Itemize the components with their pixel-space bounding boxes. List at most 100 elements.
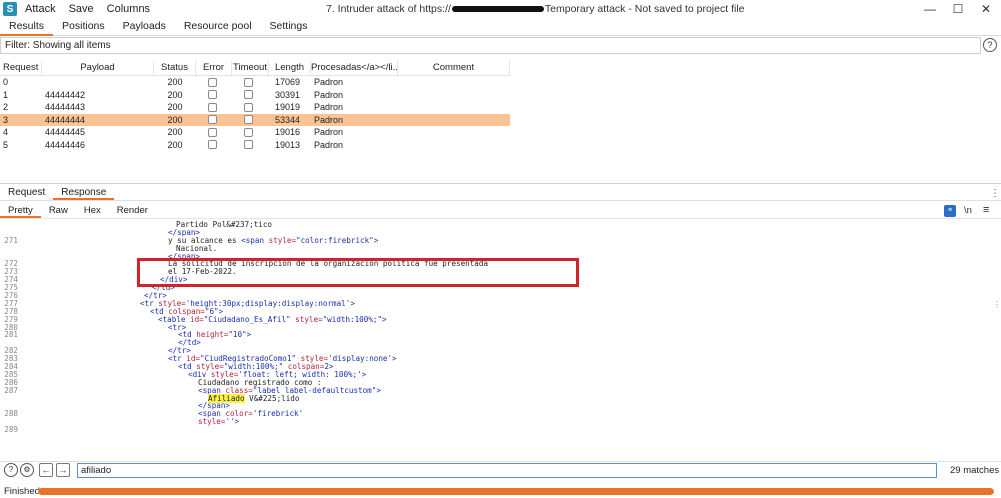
- row-payload: 44444444: [45, 114, 86, 125]
- help-icon[interactable]: ?: [983, 38, 997, 52]
- checkbox[interactable]: [208, 102, 217, 112]
- row-timeout-checkbox: [232, 101, 269, 114]
- maximize-button[interactable]: ☐: [944, 1, 972, 17]
- window-title-prefix: 7. Intruder attack of https://: [326, 3, 451, 15]
- window-title-suffix: Temporary attack - Not saved to project …: [544, 3, 745, 15]
- previous-match-button[interactable]: ←: [39, 463, 53, 477]
- search-input[interactable]: [77, 463, 937, 478]
- col-payload[interactable]: Payload: [42, 61, 154, 75]
- checkbox[interactable]: [208, 115, 217, 124]
- filter-bar[interactable]: Filter: Showing all items: [0, 37, 981, 54]
- table-row[interactable]: 4 44444445 200 19016 Padron: [0, 126, 510, 139]
- table-row[interactable]: 1 44444442 200 30391 Padron: [0, 89, 510, 102]
- code-line: Nacional.: [0, 244, 990, 253]
- col-request[interactable]: Request▲: [0, 61, 42, 75]
- tab-payloads[interactable]: Payloads: [114, 18, 175, 36]
- row-comment: [398, 76, 510, 89]
- tab-resource-pool[interactable]: Resource pool: [175, 18, 261, 36]
- tab-response[interactable]: Response: [53, 186, 115, 200]
- next-match-button[interactable]: →: [56, 463, 70, 477]
- row-length: 19013: [275, 139, 301, 150]
- checkbox[interactable]: [244, 127, 253, 137]
- checkbox[interactable]: [244, 90, 253, 99]
- code-token: "width:100%;">: [322, 314, 387, 324]
- code-line: 279 <table id="Ciudadano_Es_Afil" style="…: [0, 314, 990, 324]
- table-body: 0 200 17069 Padron 1 44444442 200 30391 Padron 2 4…: [0, 76, 510, 151]
- menu-save[interactable]: Save: [69, 3, 94, 15]
- row-length: 19019: [275, 102, 301, 112]
- row-error-checkbox: [196, 126, 232, 139]
- table-row[interactable]: 2 44444443 200 19019 Padron: [0, 101, 510, 114]
- code-line: style=''>: [0, 418, 990, 426]
- kebab-menu-icon[interactable]: ⋮: [990, 188, 1000, 199]
- table-header: Request▲ Payload Status Error Timeout Le…: [0, 61, 510, 76]
- code-line: 278 <td colspan="6">: [0, 307, 990, 316]
- col-length[interactable]: Length: [269, 61, 311, 75]
- tab-raw[interactable]: Raw: [41, 204, 76, 218]
- tab-hex[interactable]: Hex: [76, 204, 109, 218]
- code-token: style=: [198, 417, 226, 427]
- code-token: id=: [190, 314, 204, 324]
- code-line: 281 <td height="10">: [0, 331, 990, 339]
- checkbox[interactable]: [244, 102, 253, 112]
- response-code-view[interactable]: Partido Pol&#237;tico </span> 271 y su alca…: [0, 221, 990, 459]
- row-request: 1: [3, 89, 9, 100]
- row-payload: 44444445: [45, 127, 86, 137]
- code-line: </span>: [0, 402, 990, 410]
- gear-icon[interactable]: ⚙: [20, 463, 34, 477]
- menu-columns[interactable]: Columns: [107, 3, 150, 15]
- pane-resize-handle[interactable]: ⋮: [993, 300, 1001, 310]
- row-status: 200: [167, 114, 183, 125]
- newline-toggle-icon[interactable]: \n: [964, 205, 972, 216]
- help-icon[interactable]: ?: [4, 463, 18, 477]
- row-comment: [398, 126, 510, 139]
- checkbox[interactable]: [208, 127, 217, 137]
- code-line: 282 </tr>: [0, 347, 990, 355]
- code-token: "color:firebrick">: [296, 235, 379, 245]
- checkbox[interactable]: [208, 77, 217, 87]
- col-timeout[interactable]: Timeout: [232, 61, 269, 75]
- row-procesadas: Padron: [314, 102, 344, 112]
- code-token: height=: [196, 330, 229, 340]
- row-length: 19016: [275, 127, 301, 137]
- row-request: 0: [3, 77, 9, 87]
- burp-app-icon: S: [3, 2, 17, 16]
- code-token: V&#225;lido: [244, 393, 300, 403]
- row-status: 200: [167, 139, 183, 150]
- table-row[interactable]: 5 44444446 200 19013 Padron: [0, 139, 510, 152]
- checkbox[interactable]: [208, 140, 217, 149]
- pretty-print-icon[interactable]: ≡: [944, 205, 956, 217]
- row-error-checkbox: [196, 114, 232, 127]
- options-menu-icon[interactable]: ≡: [983, 204, 989, 216]
- col-comment[interactable]: Comment: [398, 61, 510, 75]
- col-procesadas[interactable]: Procesadas</a></li...: [311, 61, 398, 75]
- checkbox[interactable]: [244, 77, 253, 87]
- tab-results[interactable]: Results: [0, 18, 54, 36]
- tab-request[interactable]: Request: [0, 186, 53, 200]
- code-token: style=: [295, 314, 323, 324]
- checkbox[interactable]: [244, 140, 253, 149]
- code-line: 285 <div style='float: left; width: 100%;…: [0, 370, 990, 379]
- tab-render[interactable]: Render: [109, 204, 156, 218]
- minimize-button[interactable]: —: [916, 1, 944, 17]
- results-table: Request▲ Payload Status Error Timeout Le…: [0, 61, 510, 151]
- checkbox[interactable]: [244, 115, 253, 124]
- pane-splitter[interactable]: [0, 183, 1001, 184]
- row-procesadas: Padron: [314, 139, 344, 150]
- checkbox[interactable]: [208, 90, 217, 99]
- tab-settings[interactable]: Settings: [261, 18, 317, 36]
- menu-attack[interactable]: Attack: [25, 3, 56, 15]
- code-line: 287 <span class="label label-defaultcusto…: [0, 386, 990, 395]
- close-button[interactable]: ✕: [972, 1, 1000, 17]
- table-row[interactable]: 0 200 17069 Padron: [0, 76, 510, 89]
- code-line: 283 <tr id="CiudRegistradoComo1" style='d…: [0, 355, 990, 363]
- tab-pretty[interactable]: Pretty: [0, 204, 41, 218]
- tab-positions[interactable]: Positions: [53, 18, 114, 36]
- table-row[interactable]: 3 44444444 200 53344 Padron: [0, 113, 510, 127]
- line-number: 288: [4, 409, 18, 419]
- col-status[interactable]: Status: [154, 61, 196, 75]
- col-error[interactable]: Error: [196, 61, 232, 75]
- code-line: 271 y su alcance es <span style="color:fi…: [0, 235, 990, 245]
- row-error-checkbox: [196, 101, 232, 114]
- row-comment: [398, 89, 510, 102]
